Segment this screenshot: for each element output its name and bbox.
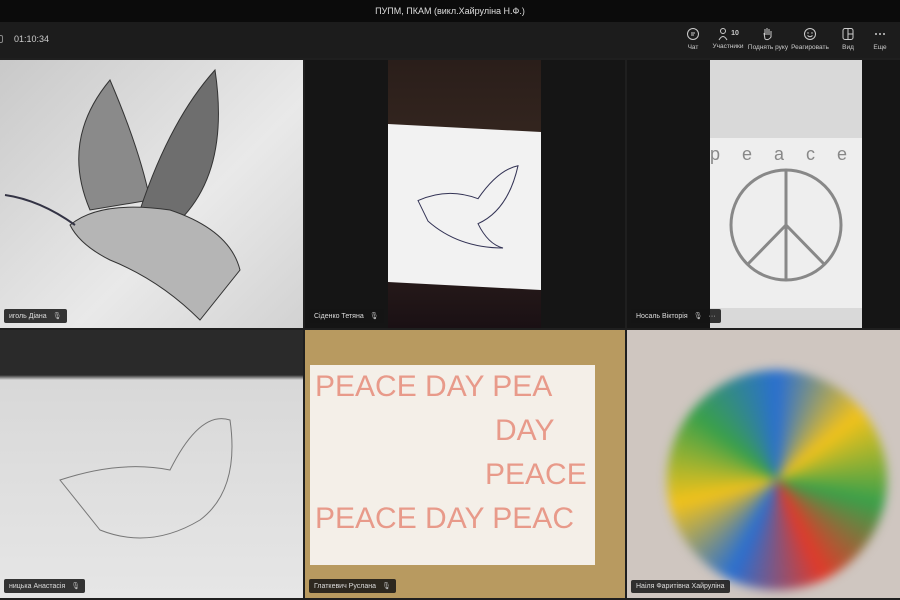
participants-count: 10: [731, 30, 739, 37]
video-tile[interactable]: иголь Діана 🎙: [0, 60, 303, 328]
video-tile[interactable]: PEACE DAY PEA DAY PEACE PEACE DAY PEAC Г…: [305, 330, 625, 598]
participant-name-tag: Носаль Вікторія 🎙 ···: [631, 309, 721, 323]
meeting-toolbar: 01:10:34 Чат 10 Участники Поднять руку Р…: [0, 22, 900, 58]
mic-icon: 🎙: [693, 313, 703, 320]
mic-icon: 🎙: [52, 313, 62, 320]
participant-name-tag: Сіденко Тетяна 🎙: [309, 309, 384, 323]
recording-icon: [0, 35, 3, 43]
layout-icon: [842, 28, 854, 40]
meeting-timer: 01:10:34: [14, 34, 50, 44]
ellipsis-icon: [875, 33, 885, 35]
smiley-icon: [804, 28, 816, 40]
raise-hand-button[interactable]: Поднять руку: [745, 27, 791, 51]
video-tile[interactable]: Сіденко Тетяна 🎙: [305, 60, 625, 328]
window-title: ПУПМ, ПКАМ (викл.Хайруліна Н.Ф.): [0, 0, 900, 22]
camera-feed: peace: [710, 60, 862, 328]
participant-name-tag: ницька Анастасія 🎙: [4, 579, 86, 593]
paper-wheel-craft: [667, 370, 887, 590]
people-icon: [718, 28, 728, 41]
chat-icon: [687, 28, 699, 40]
paper-drawing: [388, 123, 541, 291]
peace-day-poster: PEACE DAY PEA DAY PEACE PEACE DAY PEAC: [310, 365, 595, 565]
participant-name-tag: иголь Діана 🎙: [4, 309, 67, 323]
participant-name-tag: Наіля Фаритівна Хайруліна: [631, 580, 730, 593]
dove-sketch: [59, 418, 233, 539]
peace-sign-drawing: [729, 168, 843, 282]
more-button[interactable]: Еще: [858, 27, 900, 51]
paper-text: peace: [710, 144, 870, 164]
mic-icon: 🎙: [71, 583, 81, 590]
mic-icon: 🎙: [369, 313, 379, 320]
video-tile[interactable]: ницька Анастасія 🎙: [0, 330, 303, 598]
participant-name-tag: Глаткевич Руслана 🎙: [309, 579, 396, 593]
dove-drawing: [4, 68, 241, 321]
video-tile[interactable]: peace Носаль Вікторія 🎙 ···: [627, 60, 900, 328]
mic-icon: 🎙: [382, 583, 391, 590]
hand-icon: [763, 28, 772, 41]
video-tile[interactable]: Наіля Фаритівна Хайруліна: [627, 330, 900, 598]
more-options-icon[interactable]: ···: [709, 313, 716, 320]
